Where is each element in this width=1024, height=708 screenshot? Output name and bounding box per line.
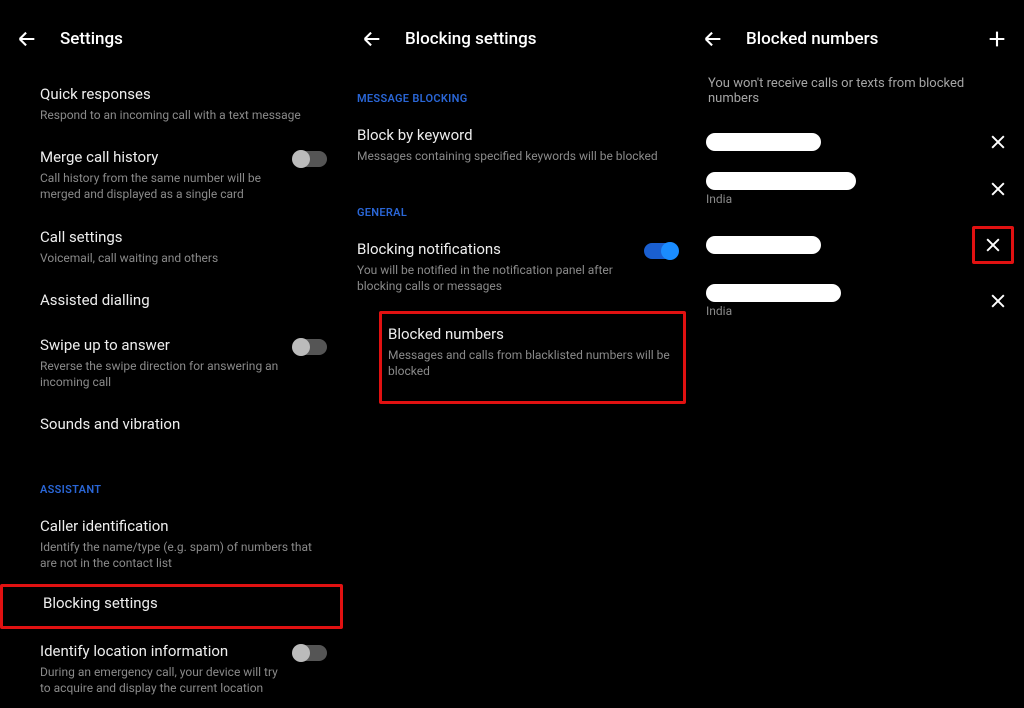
item-subtitle: Reverse the swipe direction for answerin… [40,358,283,390]
remove-icon[interactable] [972,226,1014,264]
item-subtitle: Messages containing specified keywords w… [357,148,678,164]
header: Blocking settings [345,0,690,72]
item-subtitle: During an emergency call, your device wi… [40,664,283,696]
remove-icon[interactable] [988,291,1008,311]
item-blocking-settings[interactable]: Blocking settings [0,584,343,629]
item-title: Call settings [40,227,327,248]
toggle-merge-call-history[interactable] [293,151,327,167]
item-block-by-keyword[interactable]: Block by keyword Messages containing spe… [345,113,690,176]
section-general: GENERAL [345,176,690,227]
redacted-number [706,133,821,151]
item-title: Assisted dialling [40,290,327,311]
country-label: India [706,304,978,318]
back-icon[interactable] [361,28,383,50]
redacted-number [706,236,821,254]
item-identify-location[interactable]: Identify location information During an … [0,629,345,708]
country-label: India [706,192,978,206]
item-blocking-notifications[interactable]: Blocking notifications You will be notif… [345,227,690,306]
item-subtitle: Messages and calls from blacklisted numb… [388,347,671,379]
add-icon[interactable] [986,28,1008,50]
item-assisted-dialling[interactable]: Assisted dialling [0,278,345,323]
header: Blocked numbers [690,0,1024,72]
item-title: Identify location information [40,641,283,662]
item-blocked-numbers[interactable]: Blocked numbers Messages and calls from … [379,311,686,404]
back-icon[interactable] [16,28,38,50]
item-quick-responses[interactable]: Quick responses Respond to an incoming c… [0,72,345,135]
item-subtitle: Identify the name/type (e.g. spam) of nu… [40,539,327,571]
item-subtitle: You will be notified in the notification… [357,262,634,294]
blocked-row [690,122,1024,162]
item-sounds-vibration[interactable]: Sounds and vibration [0,402,345,447]
header: Settings [0,0,345,72]
item-merge-call-history[interactable]: Merge call history Call history from the… [0,135,345,214]
item-swipe-up-answer[interactable]: Swipe up to answer Reverse the swipe dir… [0,323,345,402]
redacted-number [706,172,856,190]
page-title: Blocked numbers [746,29,878,49]
item-title: Blocked numbers [388,324,671,345]
section-message-blocking: MESSAGE BLOCKING [345,72,690,113]
toggle-swipe-up[interactable] [293,339,327,355]
redacted-number [706,284,841,302]
settings-panel: Settings Quick responses Respond to an i… [0,0,345,659]
item-call-settings[interactable]: Call settings Voicemail, call waiting an… [0,215,345,278]
blocking-settings-panel: Blocking settings MESSAGE BLOCKING Block… [345,0,690,659]
item-title: Blocking notifications [357,239,634,260]
section-assistant: ASSISTANT [0,463,345,504]
item-title: Sounds and vibration [40,414,327,435]
item-subtitle: Respond to an incoming call with a text … [40,107,327,123]
toggle-blocking-notifications[interactable] [644,243,678,259]
back-icon[interactable] [702,28,724,50]
item-subtitle: Voicemail, call waiting and others [40,250,327,266]
item-title: Swipe up to answer [40,335,283,356]
page-title: Blocking settings [405,29,536,49]
item-caller-identification[interactable]: Caller identification Identify the name/… [0,504,345,583]
toggle-identify-location[interactable] [293,645,327,661]
blocked-row [690,216,1024,274]
description: You won't receive calls or texts from bl… [690,72,1024,122]
remove-icon[interactable] [988,132,1008,152]
page-title: Settings [60,29,123,49]
item-subtitle: Call history from the same number will b… [40,170,283,202]
item-title: Merge call history [40,147,283,168]
item-title: Block by keyword [357,125,678,146]
item-title: Blocking settings [43,593,322,614]
blocked-numbers-panel: Blocked numbers You won't receive calls … [690,0,1024,659]
blocked-row: India [690,162,1024,216]
remove-icon[interactable] [988,179,1008,199]
item-title: Quick responses [40,84,327,105]
blocked-row: India [690,274,1024,328]
item-title: Caller identification [40,516,327,537]
